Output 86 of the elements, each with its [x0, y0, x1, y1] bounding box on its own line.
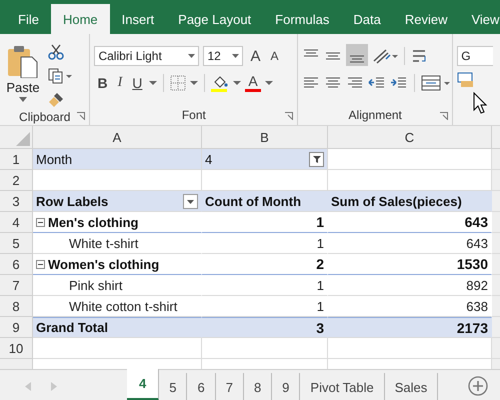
filter-icon[interactable] — [309, 152, 324, 166]
table-cell: 4 — [205, 152, 212, 166]
row-label: White cotton t-shirt — [69, 298, 178, 314]
number-format-dropdown[interactable]: G — [457, 46, 494, 66]
ribbon-tab[interactable]: Insert — [110, 4, 166, 34]
column-header[interactable]: A — [33, 126, 202, 149]
ribbon-tab[interactable]: Home — [50, 4, 110, 34]
row-label: Pink shirt — [69, 278, 122, 292]
row-header[interactable]: 3 — [0, 191, 33, 212]
ribbon-tab[interactable]: Data — [341, 4, 393, 34]
row-header[interactable]: 1 — [0, 149, 33, 170]
orientation-icon[interactable] — [372, 47, 398, 65]
font-size-dropdown[interactable]: 12 — [203, 46, 244, 66]
group-label: Alignment — [348, 108, 402, 122]
caret-icon — [232, 54, 240, 58]
sheet-tab[interactable]: 7 — [216, 373, 244, 400]
column-header[interactable]: C — [328, 126, 492, 149]
dialog-launcher-icon[interactable] — [285, 112, 294, 120]
borders-icon[interactable] — [170, 75, 186, 91]
row-header[interactable]: 4 — [0, 212, 33, 233]
mouse-pointer-icon — [473, 92, 488, 114]
fill-color-icon[interactable] — [211, 74, 230, 92]
row-label: Women's clothing — [48, 256, 160, 272]
column-label: Count of Month — [202, 191, 328, 212]
collapse-icon[interactable] — [36, 260, 45, 268]
row-header[interactable]: 7 — [0, 275, 33, 296]
collapse-icon[interactable] — [36, 218, 45, 226]
ribbon-tab[interactable]: Formulas — [263, 4, 342, 34]
caret-icon[interactable] — [190, 81, 198, 85]
scissors-icon[interactable] — [48, 44, 64, 60]
sheet-tab[interactable]: 9 — [272, 373, 300, 400]
increase-font-size-button[interactable]: A — [247, 48, 264, 64]
table-cell: 2173 — [328, 317, 492, 338]
row-label: Men's clothing — [48, 214, 138, 230]
decrease-font-size-button[interactable]: A — [267, 49, 282, 63]
table-cell: 3 — [202, 317, 328, 338]
caret-icon[interactable] — [264, 81, 273, 85]
italic-button[interactable]: I — [114, 75, 126, 91]
underline-button[interactable]: U — [129, 75, 146, 91]
sheet-tab[interactable]: 5 — [159, 373, 188, 400]
ribbon-tab[interactable]: Review — [392, 4, 460, 34]
add-sheet-icon[interactable] — [468, 376, 488, 396]
ribbon-tab[interactable]: File — [6, 4, 51, 34]
merge-center-icon[interactable] — [421, 74, 452, 92]
paintbrush-icon[interactable] — [48, 92, 64, 108]
copy-icon[interactable] — [48, 68, 72, 84]
sheet-tab[interactable]: Pivot Table — [300, 373, 385, 400]
align-bottom-icon[interactable] — [346, 44, 368, 66]
bold-button[interactable]: B — [94, 75, 111, 91]
clipboard-icon — [6, 44, 40, 78]
row-header[interactable]: 10 — [0, 338, 33, 359]
conditional-format-icon[interactable] — [457, 72, 476, 88]
ribbon-tab[interactable]: View — [459, 4, 500, 34]
row-label: White t-shirt — [69, 236, 138, 250]
group-label: Font — [182, 108, 206, 122]
ribbon-tab[interactable]: Page Layout — [166, 4, 264, 34]
dialog-launcher-icon[interactable] — [440, 112, 448, 120]
paste-button[interactable]: Paste — [4, 38, 42, 102]
sheet-tab[interactable]: 6 — [187, 373, 216, 400]
table-cell: 1 — [202, 275, 328, 296]
table-cell: 2 — [202, 254, 328, 275]
column-header[interactable]: B — [202, 126, 328, 149]
column-label: Sum of Sales(pieces) — [328, 191, 492, 212]
caret-icon[interactable] — [149, 81, 158, 85]
table-cell: 1 — [202, 212, 328, 233]
caret-icon — [188, 54, 196, 58]
sheet-tab[interactable]: 4 — [127, 369, 160, 400]
row-header[interactable]: 2 — [0, 170, 33, 191]
dropdown-icon[interactable] — [183, 194, 198, 208]
dialog-launcher-icon[interactable] — [77, 112, 86, 120]
row-label: Grand Total — [36, 320, 108, 335]
table-cell: 1 — [202, 233, 328, 254]
sheet-tab[interactable]: 8 — [244, 373, 272, 400]
row-header[interactable]: 6 — [0, 254, 33, 275]
font-name-dropdown[interactable]: Calibri Light — [94, 46, 200, 66]
row-header[interactable]: 9 — [0, 317, 33, 338]
sheet-tab[interactable]: Sales — [384, 373, 438, 400]
caret-icon[interactable] — [233, 81, 242, 85]
empty-cell[interactable] — [202, 338, 328, 359]
font-color-button[interactable]: A — [245, 74, 261, 92]
table-cell: Month — [33, 149, 202, 170]
caret-icon — [19, 97, 27, 102]
row-header[interactable]: 5 — [0, 233, 33, 254]
row-header[interactable]: 8 — [0, 296, 33, 317]
column-label: Row Labels — [36, 194, 108, 208]
group-label: Clipboard — [19, 110, 70, 124]
